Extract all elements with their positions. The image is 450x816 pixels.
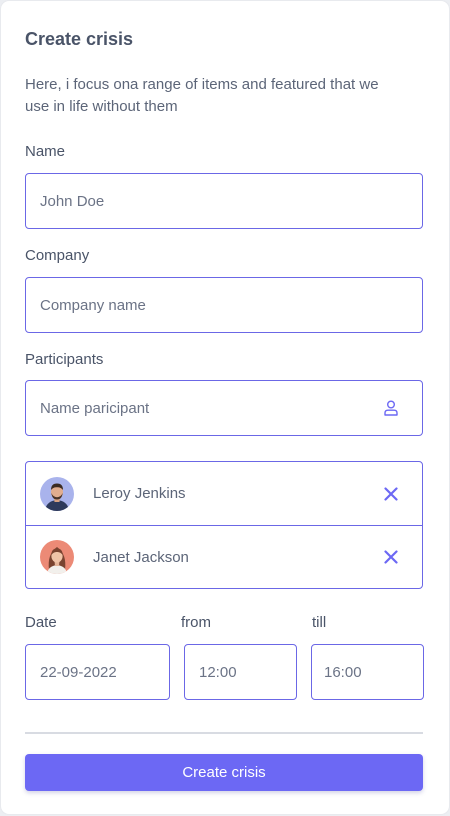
list-item: Leroy Jenkins [26, 462, 422, 526]
from-value: 12:00 [199, 663, 237, 681]
avatar-man-icon [40, 476, 74, 511]
name-label: Name [25, 143, 66, 160]
person-icon[interactable] [380, 397, 402, 419]
form-description: Here, i focus ona range of items and fea… [25, 76, 379, 115]
avatar-woman-icon [40, 540, 74, 574]
participant-name: Leroy Jenkins [93, 485, 186, 502]
date-label: Date [25, 614, 57, 631]
close-icon [384, 486, 398, 501]
date-value: 22-09-2022 [40, 663, 117, 681]
close-icon [384, 550, 398, 564]
page-title: Create crisis [25, 29, 134, 49]
list-item: Janet Jackson [26, 526, 422, 588]
participant-placeholder: Name paricipant [40, 399, 150, 417]
from-time-input[interactable]: 12:00 [184, 644, 297, 700]
participants-label: Participants [25, 351, 104, 368]
remove-participant-button[interactable] [380, 483, 402, 505]
company-label: Company [25, 247, 90, 264]
divider [25, 732, 423, 734]
date-input[interactable]: 22-09-2022 [25, 644, 170, 700]
participant-name: Janet Jackson [93, 548, 189, 566]
till-time-input[interactable]: 16:00 [311, 644, 424, 700]
participant-search-input[interactable]: Name paricipant [25, 380, 423, 436]
participant-list: Leroy Jenkins Janet Jackson [25, 461, 423, 589]
company-placeholder: Company name [40, 296, 146, 314]
create-crisis-card: Create crisis Here, i focus ona range of… [1, 1, 449, 814]
name-placeholder: John Doe [40, 192, 105, 210]
till-value: 16:00 [324, 663, 362, 681]
name-input[interactable]: John Doe [25, 173, 423, 229]
from-label: from [181, 614, 211, 631]
company-input[interactable]: Company name [25, 277, 423, 333]
create-crisis-button[interactable]: Create crisis [25, 754, 423, 791]
till-label: till [312, 614, 327, 631]
remove-participant-button[interactable] [380, 546, 402, 568]
